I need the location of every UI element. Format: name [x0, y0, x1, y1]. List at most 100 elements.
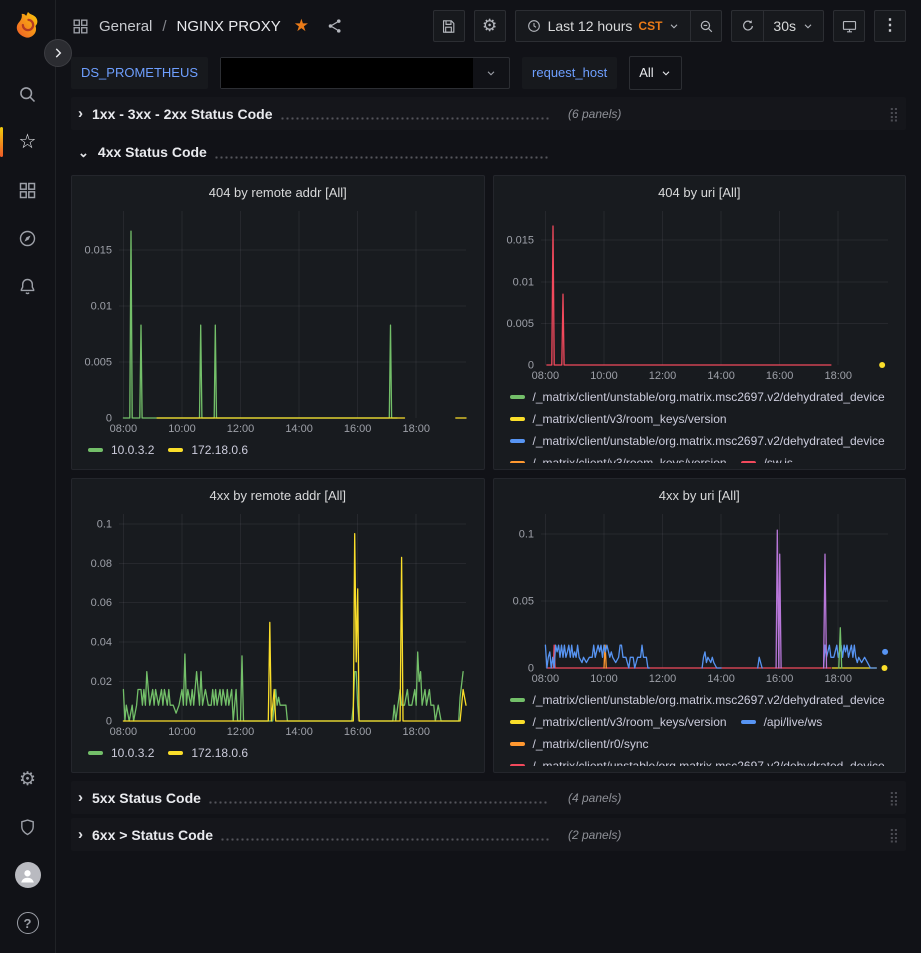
dashboard-settings-button[interactable]: ⚙ — [474, 10, 506, 42]
svg-text:0: 0 — [106, 716, 112, 728]
legend-label: /_matrix/client/v3/room_keys/version — [533, 715, 727, 729]
svg-text:0.1: 0.1 — [518, 529, 533, 541]
row-header-1xx-3xx-2xx[interactable]: › 1xx - 3xx - 2xx Status Code (6 panels)… — [71, 97, 906, 130]
sidebar-item-starred[interactable]: ☆ — [0, 118, 55, 166]
refresh-interval-picker[interactable]: 30s — [763, 10, 824, 42]
grafana-logo[interactable] — [13, 10, 43, 40]
panel-title[interactable]: 4xx by remote addr [All] — [82, 484, 474, 508]
legend-label: /_matrix/client/v3/room_keys/version — [533, 456, 727, 463]
panel-grid: 404 by remote addr [All] 08:0010:0012:00… — [71, 175, 906, 773]
dashboards-grid-icon — [17, 180, 38, 201]
breadcrumb: General / NGINX PROXY ★ — [71, 16, 344, 36]
timezone-label: CST — [638, 19, 662, 33]
legend-label: /_matrix/client/unstable/org.matrix.msc2… — [533, 693, 885, 707]
help-icon: ? — [17, 912, 39, 934]
breadcrumb-separator: / — [162, 18, 166, 35]
legend-item[interactable]: 172.18.0.6 — [168, 742, 248, 764]
legend-item[interactable]: /sw.js — [741, 452, 793, 463]
search-icon[interactable] — [0, 70, 55, 118]
legend-swatch — [510, 395, 525, 399]
panel-title[interactable]: 404 by remote addr [All] — [82, 181, 474, 205]
favorite-star-icon[interactable]: ★ — [294, 16, 309, 36]
svg-text:16:00: 16:00 — [344, 423, 372, 435]
datasource-variable-select[interactable] — [220, 57, 510, 89]
row-title: 5xx Status Code — [92, 790, 201, 806]
zoom-out-time-button[interactable] — [690, 10, 722, 42]
svg-text:10:00: 10:00 — [168, 423, 196, 435]
sidebar-item-configuration[interactable]: ⚙ — [0, 755, 55, 803]
legend-label: 10.0.3.2 — [111, 746, 154, 760]
sidebar-item-dashboards[interactable] — [0, 166, 55, 214]
sidebar-item-help[interactable]: ? — [0, 899, 55, 947]
panel-404-by-uri: 404 by uri [All] 08:0010:0012:0014:0016:… — [493, 175, 907, 470]
sidebar-item-explore[interactable] — [0, 214, 55, 262]
chart-404-by-remote-addr[interactable]: 08:0010:0012:0014:0016:0018:0000.0050.01… — [82, 205, 474, 436]
row-title: 6xx > Status Code — [92, 827, 213, 843]
drag-handle-icon[interactable]: ⣿ — [889, 107, 899, 121]
row-header-5xx[interactable]: › 5xx Status Code (4 panels) ⣿ — [71, 781, 906, 814]
drag-handle-icon[interactable]: ⣿ — [889, 791, 899, 805]
svg-text:18:00: 18:00 — [824, 370, 852, 382]
row-header-4xx[interactable]: ⌄ 4xx Status Code — [71, 137, 906, 167]
sidebar-expand-button[interactable] — [44, 39, 72, 67]
panel-legend: /_matrix/client/unstable/org.matrix.msc2… — [504, 383, 896, 463]
legend-item[interactable]: /_matrix/client/unstable/org.matrix.msc2… — [510, 386, 885, 408]
panel-legend: 10.0.3.2 172.18.0.6 — [82, 739, 474, 766]
time-range-picker[interactable]: Last 12 hours CST — [515, 10, 691, 42]
svg-text:18:00: 18:00 — [402, 423, 430, 435]
save-dashboard-button[interactable] — [433, 10, 465, 42]
request-host-variable-select[interactable]: All — [629, 56, 681, 90]
legend-label: 10.0.3.2 — [111, 443, 154, 457]
legend-item[interactable]: /_matrix/client/v3/room_keys/version — [510, 452, 727, 463]
legend-item[interactable]: /api/live/ws — [741, 711, 823, 733]
row-header-6xx[interactable]: › 6xx > Status Code (2 panels) ⣿ — [71, 818, 906, 851]
dotted-leader — [208, 801, 549, 804]
request-host-variable-label[interactable]: request_host — [522, 57, 617, 89]
sidebar-item-profile[interactable] — [0, 851, 55, 899]
clock-icon — [526, 18, 542, 34]
legend-swatch — [88, 751, 103, 755]
sidebar-item-server-admin[interactable] — [0, 803, 55, 851]
more-options-button[interactable]: ⋮ — [874, 10, 906, 42]
save-icon — [440, 18, 457, 35]
legend-swatch — [168, 751, 183, 755]
legend-item[interactable]: /_matrix/client/v3/room_keys/version — [510, 408, 727, 430]
sidebar-item-alerting[interactable] — [0, 262, 55, 310]
refresh-button[interactable] — [731, 10, 763, 42]
legend-item[interactable]: 172.18.0.6 — [168, 439, 248, 461]
active-indicator — [0, 127, 3, 157]
svg-text:12:00: 12:00 — [648, 673, 676, 685]
legend-label: /sw.js — [764, 456, 793, 463]
legend-item[interactable]: /_matrix/client/unstable/org.matrix.msc2… — [510, 755, 885, 766]
breadcrumb-section[interactable]: General — [99, 18, 152, 35]
legend-label: /_matrix/client/unstable/org.matrix.msc2… — [533, 434, 885, 448]
legend-item[interactable]: 10.0.3.2 — [88, 742, 154, 764]
breadcrumb-title[interactable]: NGINX PROXY — [177, 18, 281, 35]
tv-mode-button[interactable] — [833, 10, 865, 42]
chart-404-by-uri[interactable]: 08:0010:0012:0014:0016:0018:0000.0050.01… — [504, 205, 896, 383]
svg-text:0.005: 0.005 — [506, 318, 534, 330]
svg-text:0.01: 0.01 — [91, 301, 112, 313]
share-icon[interactable] — [326, 17, 344, 35]
legend-item[interactable]: 10.0.3.2 — [88, 439, 154, 461]
chart-4xx-by-uri[interactable]: 08:0010:0012:0014:0016:0018:0000.050.1 — [504, 508, 896, 686]
sidebar: ☆ ⚙ ? — [0, 0, 56, 953]
dotted-leader — [214, 156, 549, 159]
svg-text:08:00: 08:00 — [110, 423, 138, 435]
monitor-icon — [841, 18, 858, 35]
panel-title[interactable]: 4xx by uri [All] — [504, 484, 896, 508]
svg-text:0.015: 0.015 — [506, 235, 534, 247]
legend-item[interactable]: /_matrix/client/v3/room_keys/version — [510, 711, 727, 733]
chart-4xx-by-remote-addr[interactable]: 08:0010:0012:0014:0016:0018:0000.020.040… — [82, 508, 474, 739]
panel-title[interactable]: 404 by uri [All] — [504, 181, 896, 205]
refresh-icon — [740, 18, 756, 34]
legend-item[interactable]: /_matrix/client/unstable/org.matrix.msc2… — [510, 689, 885, 711]
drag-handle-icon[interactable]: ⣿ — [889, 828, 899, 842]
datasource-variable-label[interactable]: DS_PROMETHEUS — [71, 57, 208, 89]
legend-item[interactable]: /_matrix/client/unstable/org.matrix.msc2… — [510, 430, 885, 452]
legend-item[interactable]: /_matrix/client/r0/sync — [510, 733, 649, 755]
gear-icon: ⚙ — [482, 16, 497, 36]
svg-text:0.05: 0.05 — [512, 596, 533, 608]
svg-text:0.015: 0.015 — [84, 245, 112, 257]
legend-swatch — [168, 448, 183, 452]
